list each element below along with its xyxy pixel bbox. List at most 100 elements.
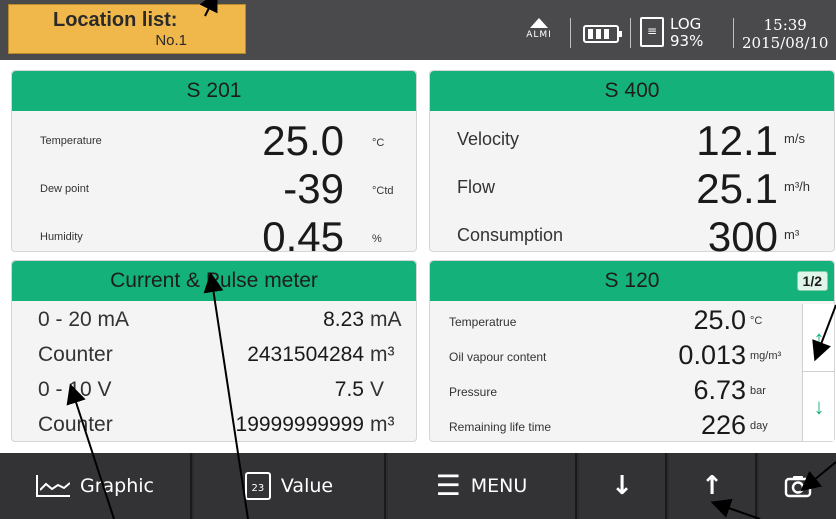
panel-header: S 400 [430, 71, 834, 111]
arrow-up-icon: ↑ [701, 471, 723, 501]
graphic-button[interactable]: Graphic [0, 453, 192, 519]
measurement-label: Temperatrue [449, 315, 517, 329]
clock-date: 2015/08/10 [742, 34, 829, 52]
value-button[interactable]: 23 Value [194, 453, 386, 519]
alarm-label: ALMI [526, 30, 552, 40]
measurement-row: Counter 19999999999 m³ [12, 408, 416, 444]
alarm-icon[interactable]: ALMI [522, 18, 556, 40]
measurement-value: 7.5 [334, 378, 364, 401]
sensor-panel-s400[interactable]: S 400 Velocity 12.1 m/s Flow 25.1 m³/h C… [429, 70, 835, 260]
measurement-unit: m³ [370, 343, 395, 366]
measurement-label: Counter [38, 343, 113, 366]
scroll-down-button[interactable]: ↓ [803, 374, 835, 440]
measurement-unit: V [370, 378, 385, 401]
arrow-up-icon: ↑ [813, 325, 825, 351]
scroll-up-button[interactable]: ↑ [803, 306, 835, 372]
measurement-unit: m³ [784, 227, 800, 242]
location-list-title: Location list: [53, 9, 178, 31]
measurement-row: Oil vapour content 0.013 mg/m³ [430, 338, 834, 374]
measurement-row: Temperature 25.0 °C [12, 115, 416, 165]
page-indicator: 1/2 [796, 271, 828, 291]
location-number: No.1 [155, 32, 187, 49]
menu-button[interactable]: ☰ MENU [388, 453, 577, 519]
measurement-unit: day [750, 420, 768, 432]
panel-header: S 120 1/2 [430, 261, 834, 301]
graphic-label: Graphic [79, 475, 154, 497]
measurement-label: Temperature [40, 135, 102, 147]
panel-header: Current & Pulse meter [12, 261, 416, 301]
status-divider [733, 18, 734, 48]
measurement-row: 0 - 20 mA 8.23 mA [12, 303, 416, 339]
measurement-value: 0.013 [678, 340, 746, 370]
panel-scroller: ↑ ↓ [802, 304, 835, 441]
arrow-down-icon: ↓ [813, 394, 825, 419]
measurement-value: 2431504284 [247, 343, 364, 366]
measurement-unit: m³ [370, 413, 395, 436]
measurement-row: Counter 2431504284 m³ [12, 338, 416, 374]
measurement-unit: % [372, 233, 382, 245]
measurement-label: Pressure [449, 385, 498, 399]
clock: 15:39 2015/08/10 [742, 16, 828, 52]
location-list-tab[interactable]: Location list: No.1 [8, 4, 246, 54]
bottom-toolbar: Graphic 23 Value ☰ MENU ↓ ↑ [0, 453, 836, 519]
measurement-value: 25.0 [693, 305, 746, 335]
log-document-icon[interactable]: ≡ [640, 17, 664, 47]
measurement-unit: bar [750, 385, 766, 397]
status-divider [630, 18, 631, 48]
alarm-triangle-icon [530, 18, 548, 28]
arrow-down-icon: ↓ [611, 471, 633, 501]
measurement-value: 19999999999 [235, 413, 364, 436]
calendar-value-icon: 23 [244, 472, 271, 500]
menu-list-icon: ☰ [435, 469, 461, 502]
scroll-up-toolbar-button[interactable]: ↑ [669, 453, 757, 519]
camera-icon [784, 476, 811, 498]
sensor-panel-pulse-meter[interactable]: Current & Pulse meter 0 - 20 mA 8.23 mA … [11, 260, 417, 442]
measurement-row: Humidity 0.45 % [12, 211, 416, 261]
log-status: LOG 93% [670, 16, 703, 50]
measurement-row: 0 - 10 V 7.5 V [12, 373, 416, 409]
measurement-value: 8.23 [323, 308, 364, 331]
measurement-value: 25.0 [262, 117, 344, 164]
measurement-label: 0 - 20 mA [38, 308, 130, 331]
measurement-value: 226 [700, 410, 746, 440]
sensor-panel-s120[interactable]: S 120 1/2 Temperatrue 25.0 °C Oil vapour… [429, 260, 835, 442]
measurement-unit: °C [372, 137, 385, 149]
measurement-unit: m³/h [784, 179, 810, 194]
measurement-unit: mA [370, 308, 402, 331]
measurement-value: 25.1 [696, 165, 778, 212]
measurement-label: Flow [457, 177, 496, 197]
measurement-unit: °Ctd [372, 185, 394, 197]
measurement-label: Oil vapour content [449, 350, 547, 364]
measurement-label: Remaining life time [449, 420, 552, 434]
clock-time: 15:39 [763, 16, 807, 34]
battery-icon [583, 25, 622, 43]
scroll-down-toolbar-button[interactable]: ↓ [579, 453, 667, 519]
panel-header: S 201 [12, 71, 416, 111]
measurement-unit: °C [750, 315, 763, 327]
status-bar: Location list: No.1 ALMI ≡ LOG 93% 15:39… [0, 0, 836, 60]
screenshot-button[interactable] [759, 453, 836, 519]
measurement-label: Velocity [457, 129, 520, 149]
panel-title: S 120 [604, 269, 660, 292]
measurement-row: Flow 25.1 m³/h [430, 163, 834, 213]
log-label: LOG [670, 15, 702, 33]
measurement-value: 300 [707, 213, 778, 260]
measurement-value: 0.45 [262, 213, 344, 260]
measurement-row: Dew point -39 °Ctd [12, 163, 416, 213]
sensor-panel-s201[interactable]: S 201 Temperature 25.0 °C Dew point -39 … [11, 70, 417, 260]
value-label: Value [280, 475, 334, 497]
measurement-label: Counter [38, 413, 113, 436]
measurement-unit: mg/m³ [750, 350, 782, 362]
status-divider [570, 18, 571, 48]
measurement-label: Humidity [40, 231, 83, 243]
measurement-value: -39 [283, 165, 344, 212]
log-percent: 93% [670, 32, 704, 50]
measurement-label: Consumption [457, 225, 564, 245]
measurement-unit: m/s [784, 131, 805, 146]
measurement-row: Remaining life time 226 day [430, 408, 834, 444]
measurement-label: 0 - 10 V [38, 378, 112, 401]
measurement-row: Consumption 300 m³ [430, 211, 834, 261]
measurement-row: Temperatrue 25.0 °C [430, 303, 834, 339]
graph-icon [35, 475, 70, 497]
measurement-row: Pressure 6.73 bar [430, 373, 834, 409]
